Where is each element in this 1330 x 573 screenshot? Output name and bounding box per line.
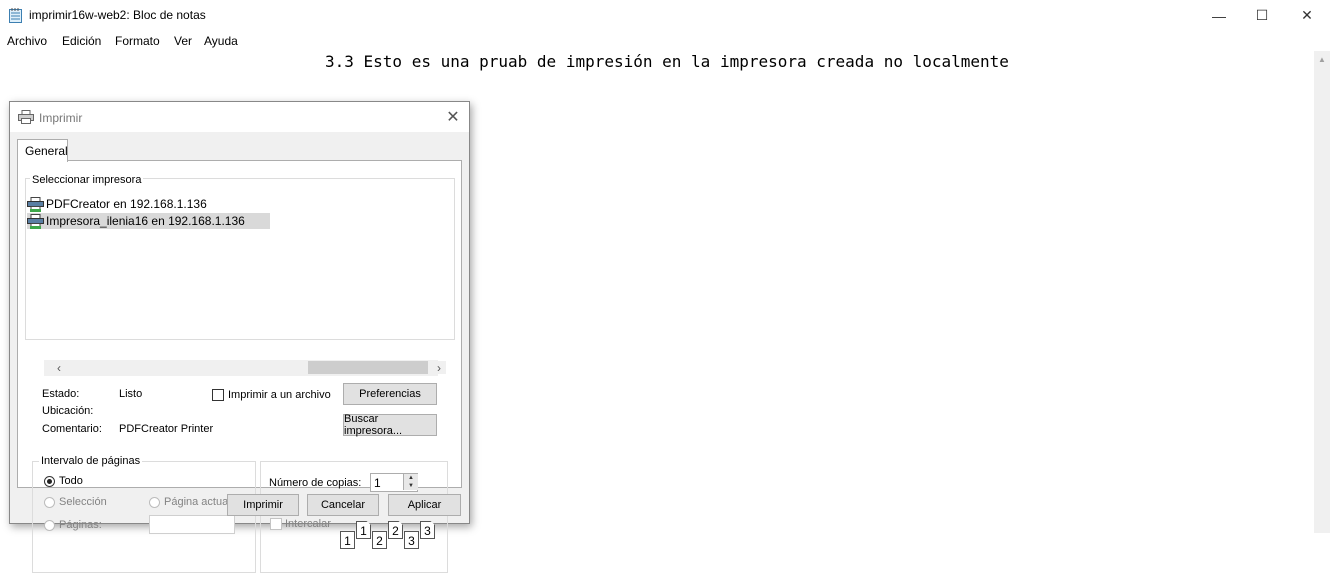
print-to-file-checkbox[interactable] [212, 389, 224, 401]
printer-icon [18, 110, 34, 124]
radio-all[interactable] [44, 476, 55, 487]
printer-item[interactable]: PDFCreator en 192.168.1.136 [27, 196, 207, 212]
notepad-icon [9, 8, 22, 23]
tab-general-label: General [25, 144, 68, 158]
collate-label: Intercalar [285, 518, 331, 530]
print-to-file-label: Imprimir a un archivo [228, 389, 331, 401]
scroll-right-icon[interactable]: › [432, 360, 446, 376]
network-printer-icon [27, 196, 44, 212]
find-printer-button[interactable]: Buscar impresora... [343, 413, 437, 437]
copies-value: 1 [374, 476, 381, 490]
page-icon: 1 [340, 531, 355, 549]
printer-item-label: PDFCreator en 192.168.1.136 [46, 197, 207, 211]
apply-button[interactable]: Aplicar [388, 494, 461, 516]
menu-edicion[interactable]: Edición [62, 34, 101, 48]
scroll-left-icon[interactable]: ‹ [52, 360, 66, 376]
menu-ver[interactable]: Ver [174, 34, 192, 48]
print-dialog: Imprimir ✕ General Seleccionar impresora… [9, 101, 470, 573]
editor-text[interactable]: 3.3 Esto es una pruab de impresión en la… [325, 52, 1009, 71]
scroll-up-icon[interactable]: ▲ [1314, 51, 1330, 68]
page-icon: 3 [404, 531, 419, 549]
copies-label: Número de copias: [269, 477, 362, 489]
menu-ayuda[interactable]: Ayuda [204, 34, 238, 48]
minimize-button[interactable]: — [1196, 0, 1242, 31]
tab-panel: Seleccionar impresora PDFCreator en 192.… [17, 160, 462, 573]
page-icon: 2 [388, 521, 403, 539]
cancel-button[interactable]: Cancelar [307, 494, 379, 516]
page-range-legend: Intervalo de páginas [39, 455, 143, 467]
status-label: Estado: [42, 388, 80, 400]
dialog-close-icon[interactable]: ✕ [443, 107, 463, 127]
copies-down-icon[interactable]: ▼ [403, 482, 418, 490]
radio-current-page-label: Página actual [164, 496, 231, 508]
printer-item-selected[interactable]: Impresora_ilenia16 en 192.168.1.136 [27, 213, 270, 229]
select-printer-legend: Seleccionar impresora [30, 174, 144, 186]
menu-bar [0, 31, 1330, 51]
radio-all-label: Todo [59, 475, 83, 487]
status-value: Listo [119, 388, 143, 400]
printer-item-label: Impresora_ilenia16 en 192.168.1.136 [46, 214, 245, 228]
close-icon: ✕ [1301, 7, 1313, 23]
radio-current-page[interactable] [149, 497, 160, 508]
radio-pages[interactable] [44, 520, 55, 531]
tab-general[interactable]: General [17, 139, 68, 162]
window-title: imprimir16w-web2: Bloc de notas [29, 8, 206, 22]
vertical-scrollbar[interactable] [1314, 51, 1330, 533]
copies-up-icon[interactable]: ▲ [403, 474, 418, 482]
comment-value: PDFCreator Printer [119, 423, 214, 435]
page-icon: 1 [356, 521, 371, 539]
page-icon: 2 [372, 531, 387, 549]
page-icon: 3 [420, 521, 435, 539]
dialog-title: Imprimir [39, 111, 83, 125]
maximize-icon: ☐ [1255, 7, 1269, 23]
pages-input[interactable] [149, 515, 235, 534]
network-printer-icon [27, 213, 44, 229]
menu-archivo[interactable]: Archivo [7, 34, 47, 48]
collate-checkbox[interactable] [270, 518, 282, 530]
radio-selection[interactable] [44, 497, 55, 508]
preferences-button[interactable]: Preferencias [343, 383, 437, 405]
location-label: Ubicación: [42, 405, 94, 417]
maximize-button[interactable]: ☐ [1239, 0, 1285, 31]
print-button[interactable]: Imprimir [227, 494, 299, 516]
scroll-thumb[interactable] [308, 361, 428, 374]
menu-formato[interactable]: Formato [115, 34, 160, 48]
radio-pages-label: Páginas: [59, 519, 102, 531]
close-button[interactable]: ✕ [1284, 0, 1330, 31]
comment-label: Comentario: [42, 423, 102, 435]
radio-selection-label: Selección [59, 496, 107, 508]
minimize-icon: — [1212, 7, 1226, 24]
